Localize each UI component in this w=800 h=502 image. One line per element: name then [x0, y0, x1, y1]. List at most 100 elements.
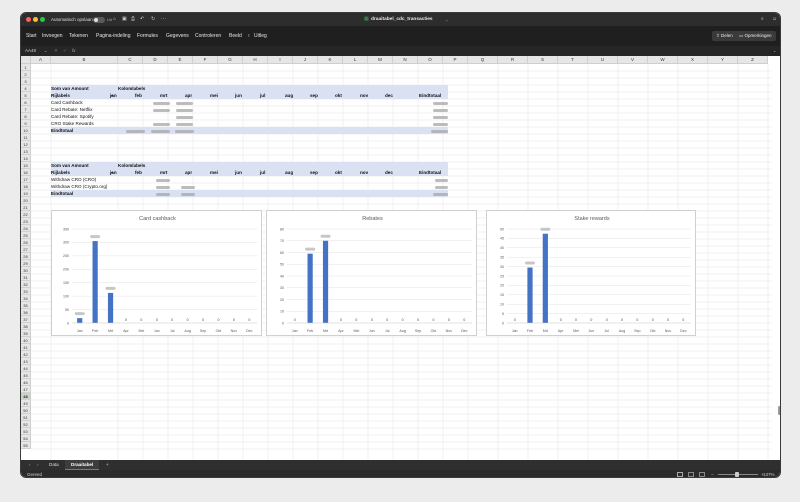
row-header-10[interactable]: 10 [21, 127, 31, 134]
tab-beeld[interactable]: Beeld [229, 26, 242, 46]
row-header-47[interactable]: 47 [21, 386, 31, 393]
column-header-f[interactable]: F [193, 56, 218, 64]
share-person-icon[interactable]: ☺ [772, 13, 777, 26]
column-header-k[interactable]: K [318, 56, 343, 64]
bar-feb[interactable] [307, 253, 313, 323]
expand-formula-icon[interactable]: ⌄ [773, 46, 776, 56]
pivot2-row-item[interactable]: Withdraw CRO (CRO) [51, 176, 96, 183]
row-header-21[interactable]: 21 [21, 204, 31, 211]
row-header-28[interactable]: 28 [21, 253, 31, 260]
row-header-27[interactable]: 27 [21, 246, 31, 253]
column-header-e[interactable]: E [168, 56, 193, 64]
column-header-h[interactable]: H [243, 56, 268, 64]
cancel-entry-icon[interactable]: ✕ [54, 46, 58, 56]
row-header-12[interactable]: 12 [21, 141, 31, 148]
row-header-44[interactable]: 44 [21, 365, 31, 372]
row-header-52[interactable]: 52 [21, 421, 31, 428]
column-header-c[interactable]: C [118, 56, 143, 64]
tab-formules[interactable]: Formules [137, 26, 158, 46]
tab-start[interactable]: Start [26, 26, 37, 46]
row-header-1[interactable]: 1 [21, 64, 31, 71]
pivot2-row-item[interactable]: Withdraw CRO (Crypto.org) [51, 183, 107, 190]
row-header-24[interactable]: 24 [21, 225, 31, 232]
sheet-tab-draaitabel[interactable]: Draaitabel [65, 460, 100, 470]
home-icon[interactable]: ⌂ [113, 13, 116, 26]
pivot1-column-label[interactable]: Kolomlabels [118, 85, 145, 92]
row-header-33[interactable]: 33 [21, 288, 31, 295]
tab-tekenen[interactable]: Tekenen [69, 26, 88, 46]
row-header-16[interactable]: 16 [21, 169, 31, 176]
tab-uitleg[interactable]: Uitleg [254, 26, 267, 46]
row-header-51[interactable]: 51 [21, 414, 31, 421]
zoom-slider-thumb[interactable] [735, 472, 739, 477]
row-header-37[interactable]: 37 [21, 316, 31, 323]
row-header-38[interactable]: 38 [21, 323, 31, 330]
row-header-34[interactable]: 34 [21, 295, 31, 302]
row-header-2[interactable]: 2 [21, 71, 31, 78]
row-header-46[interactable]: 46 [21, 379, 31, 386]
row-header-3[interactable]: 3 [21, 78, 31, 85]
page-break-view-icon[interactable] [699, 472, 705, 477]
bar-feb[interactable] [527, 267, 533, 323]
undo-icon[interactable]: ↶ [140, 13, 144, 26]
fx-button[interactable]: fx [72, 46, 76, 56]
comments-button[interactable]: ▭ Opmerkingen [735, 31, 776, 41]
row-header-39[interactable]: 39 [21, 330, 31, 337]
column-header-l[interactable]: L [343, 56, 368, 64]
row-header-55[interactable]: 55 [21, 442, 31, 449]
column-header-z[interactable]: Z [738, 56, 768, 64]
share-button[interactable]: ⇪ Delen [712, 31, 737, 41]
row-header-40[interactable]: 40 [21, 337, 31, 344]
row-header-26[interactable]: 26 [21, 239, 31, 246]
row-header-7[interactable]: 7 [21, 106, 31, 113]
pivot1-row-label[interactable]: Rijlabels [51, 92, 70, 99]
row-header-48[interactable]: 48 [21, 393, 31, 400]
redo-icon[interactable]: ↻ [151, 13, 155, 26]
close-window-button[interactable] [26, 16, 31, 22]
row-header-18[interactable]: 18 [21, 183, 31, 190]
row-header-30[interactable]: 30 [21, 267, 31, 274]
page-layout-view-icon[interactable] [688, 472, 694, 477]
row-header-41[interactable]: 41 [21, 344, 31, 351]
row-header-45[interactable]: 45 [21, 372, 31, 379]
minimize-window-button[interactable] [33, 16, 38, 22]
row-header-13[interactable]: 13 [21, 148, 31, 155]
name-box-chevron-icon[interactable]: ⌄ [44, 46, 47, 56]
column-header-j[interactable]: J [293, 56, 318, 64]
pivot2-row-label[interactable]: Rijlabels [51, 169, 70, 176]
name-box[interactable]: AA48 [25, 46, 36, 56]
worksheet-grid[interactable]: ABCDEFGHIJKLMNOPQRSTUVWXYZ 1 2 3 4 5 6 7 8 9 10 11… [21, 56, 780, 470]
column-header-y[interactable]: Y [708, 56, 738, 64]
confirm-entry-icon[interactable]: ✓ [63, 46, 67, 56]
row-header-29[interactable]: 29 [21, 260, 31, 267]
chart-rebates[interactable]: Rebates 0 10 20 30 40 50 60 70 80 0 Jan Feb Mrt 0 Apr 0 M… [266, 210, 477, 336]
tab-gegevens[interactable]: Gegevens [166, 26, 189, 46]
bar-mrt[interactable] [107, 292, 114, 323]
chart-stake-rewards[interactable]: Stake rewards 0 5 10 15 20 25 30 35 40 45 50 0 Jan Feb… [486, 210, 696, 336]
column-header-d[interactable]: D [143, 56, 168, 64]
tab-invoegen[interactable]: Invoegen [42, 26, 63, 46]
row-header-5[interactable]: 5 [21, 92, 31, 99]
bar-jan[interactable] [77, 318, 83, 323]
row-header-20[interactable]: 20 [21, 197, 31, 204]
column-header-a[interactable]: A [31, 56, 51, 64]
pivot1-row-item[interactable]: Card Cashback [51, 99, 83, 106]
row-header-14[interactable]: 14 [21, 155, 31, 162]
row-header-42[interactable]: 42 [21, 351, 31, 358]
row-header-25[interactable]: 25 [21, 232, 31, 239]
column-header-m[interactable]: M [368, 56, 393, 64]
search-icon[interactable]: ⌕ [761, 13, 764, 26]
column-header-x[interactable]: X [678, 56, 708, 64]
select-all-corner[interactable] [21, 56, 31, 64]
tab-controleren[interactable]: Controleren [195, 26, 221, 46]
row-header-32[interactable]: 32 [21, 281, 31, 288]
row-header-15[interactable]: 15 [21, 162, 31, 169]
autosave-toggle[interactable] [93, 16, 105, 23]
save-icon[interactable]: ▣ [122, 13, 127, 26]
bar-mrt[interactable] [542, 233, 548, 323]
column-header-u[interactable]: U [588, 56, 618, 64]
formula-input[interactable] [83, 46, 763, 56]
row-header-23[interactable]: 23 [21, 218, 31, 225]
add-sheet-button[interactable]: + [100, 460, 115, 470]
vertical-scrollbar-thumb[interactable] [778, 406, 780, 415]
